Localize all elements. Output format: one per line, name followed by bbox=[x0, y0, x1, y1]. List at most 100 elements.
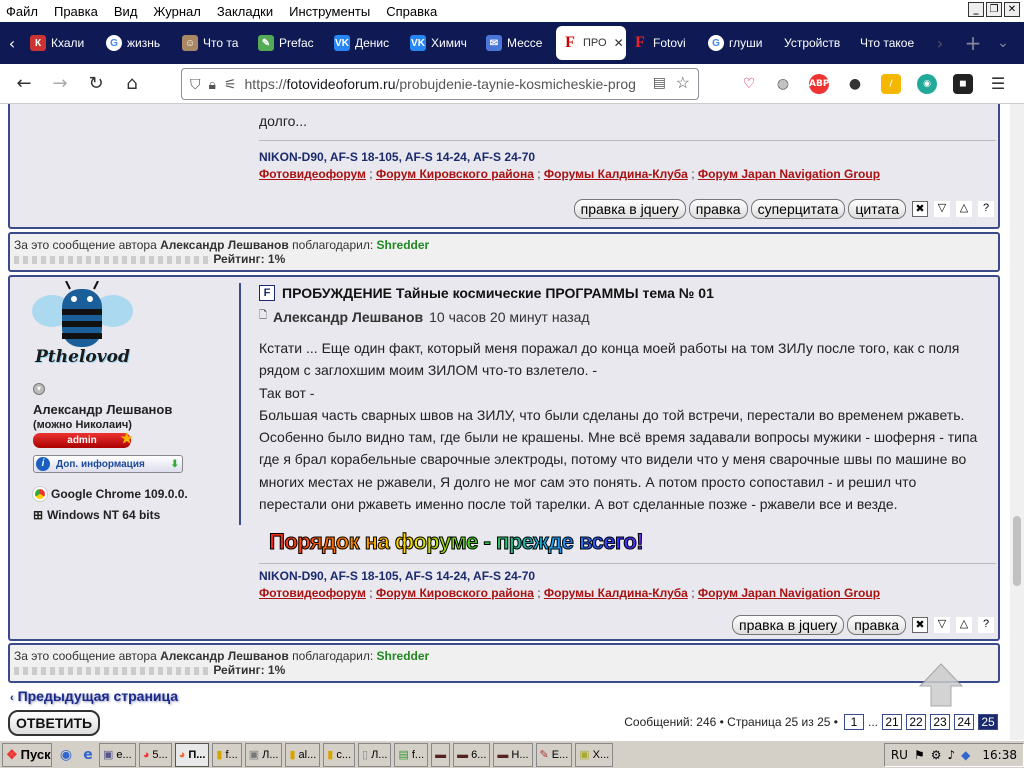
tray-app-icon[interactable]: ◆ bbox=[961, 748, 970, 762]
restore-button[interactable]: ❐ bbox=[986, 2, 1002, 17]
menu-edit[interactable]: Правка bbox=[54, 4, 98, 19]
more-info-button[interactable]: i Доп. информация ⬇ bbox=[33, 455, 183, 473]
signature-link[interactable]: Форум Кировского района bbox=[376, 167, 534, 181]
tab-list-icon[interactable]: ⌄ bbox=[988, 35, 1018, 51]
tab[interactable]: Что такое bbox=[854, 26, 930, 60]
extensions-icon[interactable]: ◼ bbox=[953, 74, 973, 94]
author-name[interactable]: Александр Лешванов bbox=[33, 402, 172, 417]
taskbar-item[interactable]: ▮ f... bbox=[212, 742, 242, 767]
volume-icon[interactable]: ♪ bbox=[948, 748, 956, 762]
taskbar-item[interactable]: ▤ f... bbox=[394, 742, 429, 767]
taskbar-item[interactable]: ◕ 5... bbox=[138, 742, 172, 767]
superquote-button[interactable]: суперцитата bbox=[750, 199, 846, 219]
menu-help[interactable]: Справка bbox=[386, 4, 437, 19]
back-icon[interactable]: ← bbox=[6, 73, 42, 94]
menu-file[interactable]: Файл bbox=[6, 4, 38, 19]
ie-icon[interactable]: e bbox=[77, 747, 99, 763]
edit-jquery-button[interactable]: правка в jquery bbox=[732, 615, 845, 635]
language-indicator[interactable]: RU bbox=[891, 748, 908, 762]
tab[interactable]: ☺ Что та bbox=[176, 26, 252, 60]
reload-icon[interactable]: ↻ bbox=[78, 73, 114, 94]
scrollbar-thumb[interactable] bbox=[1013, 516, 1021, 586]
taskbar-item[interactable]: ▬ bbox=[431, 742, 451, 767]
app-menu-icon[interactable]: ☰ bbox=[988, 74, 1008, 94]
new-tab-icon[interactable]: + bbox=[958, 31, 988, 55]
page-link[interactable]: 22 bbox=[906, 714, 926, 730]
tab[interactable]: К Кхали bbox=[24, 26, 100, 60]
tab-scroll-left-icon[interactable]: ‹ bbox=[0, 34, 24, 53]
clock[interactable]: 16:38 bbox=[982, 748, 1017, 762]
tab[interactable]: ✉ Мессе bbox=[480, 26, 556, 60]
edit-button[interactable]: правка bbox=[688, 199, 748, 219]
extension-icon[interactable]: ◉ bbox=[917, 74, 937, 94]
taskbar-item[interactable]: ▬ Н... bbox=[493, 742, 533, 767]
report-icon[interactable]: △ bbox=[956, 201, 972, 217]
taskbar-item-active[interactable]: ◕ П... bbox=[174, 742, 210, 767]
taskbar-item[interactable]: ▮ al... bbox=[285, 742, 321, 767]
signature-link[interactable]: Форум Japan Navigation Group bbox=[698, 586, 880, 600]
reply-button[interactable]: ОТВЕТИТЬ bbox=[8, 710, 100, 736]
close-tab-icon[interactable]: ✕ bbox=[614, 36, 624, 50]
taskbar-item[interactable]: ▣ Х... bbox=[575, 742, 614, 767]
menu-history[interactable]: Журнал bbox=[153, 4, 200, 19]
tab[interactable]: F Fotovi bbox=[626, 26, 702, 60]
signature-link[interactable]: Форум Кировского района bbox=[376, 586, 534, 600]
extension-icon[interactable]: / bbox=[881, 74, 901, 94]
network-icon[interactable]: ⚙ bbox=[931, 748, 942, 762]
tab-active[interactable]: F ПРО ✕ bbox=[556, 26, 626, 60]
signature-link[interactable]: Фотовидеофорум bbox=[259, 586, 366, 600]
delete-icon[interactable]: ✖ bbox=[912, 617, 928, 633]
taskbar-item[interactable]: ▯ Л... bbox=[358, 742, 392, 767]
globe-icon[interactable]: ◍ bbox=[773, 74, 793, 94]
signature-link[interactable]: Форумы Калдина-Клуба bbox=[544, 586, 688, 600]
byline-author[interactable]: Александр Лешванов bbox=[273, 309, 423, 325]
menu-view[interactable]: Вид bbox=[114, 4, 138, 19]
taskbar-item[interactable]: ▣ e... bbox=[99, 742, 136, 767]
edit-jquery-button[interactable]: правка в jquery bbox=[573, 199, 686, 219]
taskbar-item[interactable]: ▬ 6... bbox=[453, 742, 491, 767]
avatar[interactable]: Pthelovod bbox=[30, 280, 135, 376]
tab[interactable]: ✎ Prefac bbox=[252, 26, 328, 60]
delete-icon[interactable]: ✖ bbox=[912, 201, 928, 217]
taskbar-item[interactable]: ▣ Л... bbox=[244, 742, 283, 767]
page-link[interactable]: 1 bbox=[843, 714, 864, 730]
info-icon[interactable]: ▽ bbox=[934, 617, 950, 633]
thanks-author[interactable]: Александр Лешванов bbox=[160, 238, 289, 252]
shield-icon[interactable]: ⛉ bbox=[190, 76, 201, 93]
page-link[interactable]: 23 bbox=[930, 714, 950, 730]
help-icon[interactable]: ? bbox=[978, 201, 994, 217]
minimize-button[interactable]: _ bbox=[968, 2, 984, 17]
bookmark-star-icon[interactable]: ☆ bbox=[676, 73, 690, 93]
forward-icon[interactable]: → bbox=[42, 73, 78, 94]
home-icon[interactable]: ⌂ bbox=[114, 73, 150, 94]
taskbar-item[interactable]: ✎ E... bbox=[535, 742, 573, 767]
report-icon[interactable]: △ bbox=[956, 617, 972, 633]
menu-tools[interactable]: Инструменты bbox=[289, 4, 370, 19]
help-icon[interactable]: ? bbox=[978, 617, 994, 633]
page-link[interactable]: 21 bbox=[882, 714, 902, 730]
signature-link[interactable]: Форумы Калдина-Клуба bbox=[544, 167, 688, 181]
tab[interactable]: VK Денис bbox=[328, 26, 404, 60]
page-link[interactable]: 24 bbox=[954, 714, 974, 730]
start-button[interactable]: ❖ Пуск bbox=[2, 742, 52, 767]
signature-link[interactable]: Форум Japan Navigation Group bbox=[698, 167, 880, 181]
edit-button[interactable]: правка bbox=[847, 615, 906, 635]
signature-link[interactable]: Фотовидеофорум bbox=[259, 167, 366, 181]
tab[interactable]: VK Химич bbox=[404, 26, 480, 60]
extension-icon[interactable]: ● bbox=[845, 74, 865, 94]
reader-view-icon[interactable]: ▤ bbox=[653, 74, 666, 91]
taskbar-item[interactable]: ▮ c... bbox=[323, 742, 356, 767]
prev-page-link[interactable]: ‹ Предыдущая страница bbox=[10, 688, 178, 704]
menu-bookmarks[interactable]: Закладки bbox=[217, 4, 273, 19]
url-bar[interactable]: ⛉ 🔒︎ ⚟ https://fotovideoforum.ru/probujd… bbox=[181, 68, 699, 100]
info-icon[interactable]: ▽ bbox=[934, 201, 950, 217]
thanks-author[interactable]: Александр Лешванов bbox=[160, 649, 289, 663]
lock-icon[interactable]: 🔒︎ bbox=[209, 76, 216, 93]
quote-button[interactable]: цитата bbox=[848, 199, 906, 219]
close-window-button[interactable]: ✕ bbox=[1004, 2, 1020, 17]
tab[interactable]: Устройств bbox=[778, 26, 854, 60]
page-scrollbar[interactable] bbox=[1010, 104, 1024, 740]
quicklaunch-icon[interactable]: ◉ bbox=[55, 747, 77, 763]
flag-icon[interactable]: ⚑ bbox=[914, 748, 925, 762]
permissions-icon[interactable]: ⚟ bbox=[224, 76, 237, 93]
